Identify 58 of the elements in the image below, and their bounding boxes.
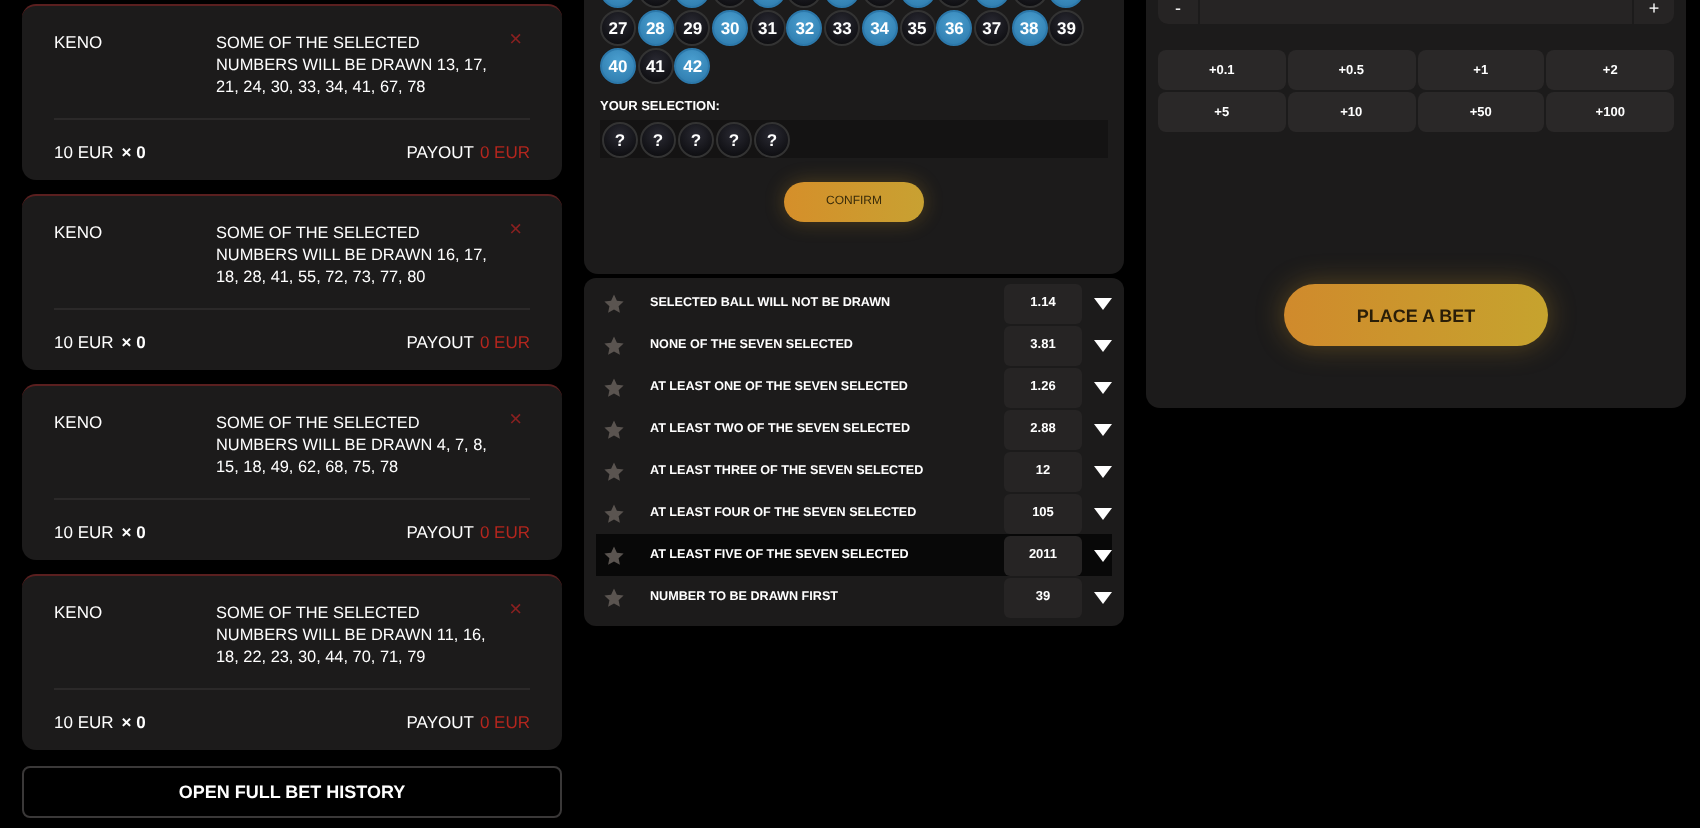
number-ball[interactable]: 27 — [600, 10, 636, 46]
game-name: KENO — [54, 32, 105, 52]
number-ball[interactable]: 41 — [637, 48, 674, 84]
caret-icon — [1094, 381, 1112, 393]
caret-icon — [1094, 339, 1112, 351]
number-ball[interactable]: 39 — [1048, 10, 1085, 46]
history-button[interactable]: OPEN FULL BET HISTORY — [22, 766, 562, 818]
number-ball[interactable]: 37 — [973, 10, 1010, 46]
star-icon[interactable] — [604, 587, 624, 607]
caret-icon — [1094, 549, 1112, 561]
selection-slot: ? — [716, 121, 752, 157]
stake-field[interactable]: - + — [1158, 0, 1674, 24]
stake-amount: 10 EUR — [54, 711, 114, 731]
star-icon[interactable] — [604, 461, 624, 481]
multiplier: × 0 — [121, 141, 146, 161]
star-icon[interactable] — [604, 377, 624, 397]
number-ball[interactable]: 35 — [899, 10, 935, 46]
game-name: KENO — [54, 222, 105, 242]
stake-amount: 10 EUR — [54, 521, 114, 541]
game-name: KENO — [54, 412, 105, 432]
star-icon[interactable] — [604, 293, 624, 313]
caret-icon — [1094, 297, 1112, 309]
number-ball[interactable]: 29 — [674, 10, 711, 46]
bet-description: SOME OF THE SELECTED NUMBERS WILL BE DRAWN 4, 7, 8, 15, 18, 49, 62, 68, 75, 78 — [216, 412, 489, 478]
star-icon[interactable] — [604, 503, 624, 523]
multiplier: × 0 — [121, 521, 146, 541]
stake-amount: 10 EUR — [54, 141, 114, 161]
payout-label: PAYOUT — [406, 521, 474, 541]
selection-slot: ? — [678, 121, 714, 157]
payout-value: 0 EUR — [479, 331, 530, 351]
caret-icon — [1094, 591, 1112, 603]
bet-description: SOME OF THE SELECTED NUMBERS WILL BE DRAWN 11, 16, 18, 22, 23, 30, 44, 70, 71, 79 — [216, 602, 488, 668]
place-bet-button[interactable]: PLACE A BET — [1284, 284, 1548, 346]
payout-label: PAYOUT — [406, 141, 474, 161]
selection-slot: ? — [602, 121, 638, 157]
multiplier: × 0 — [121, 711, 146, 731]
bet-description: SOME OF THE SELECTED NUMBERS WILL BE DRAWN 13, 17, 21, 24, 30, 33, 34, 41, 67, 78 — [216, 32, 489, 98]
game-name: KENO — [54, 602, 105, 622]
caret-icon — [1094, 423, 1112, 435]
selection-slot: ? — [640, 121, 676, 157]
multiplier: × 0 — [121, 331, 146, 351]
caret-icon — [1094, 507, 1112, 519]
selection-slot: ? — [754, 121, 790, 157]
caret-icon — [1094, 465, 1112, 477]
stake-amount: 10 EUR — [54, 331, 114, 351]
minus-button[interactable]: - — [1158, 0, 1198, 24]
star-icon[interactable] — [604, 419, 624, 439]
payout-label: PAYOUT — [406, 711, 474, 731]
payout-value: 0 EUR — [479, 521, 530, 541]
star-icon[interactable] — [604, 545, 624, 565]
star-icon[interactable] — [604, 335, 624, 355]
payout-value: 0 EUR — [479, 141, 530, 161]
number-ball[interactable]: 31 — [749, 10, 786, 46]
plus-button[interactable]: + — [1634, 0, 1674, 24]
bet-description: SOME OF THE SELECTED NUMBERS WILL BE DRAWN 16, 17, 18, 28, 41, 55, 72, 73, 77, 80 — [216, 222, 489, 288]
payout-label: PAYOUT — [406, 331, 474, 351]
number-ball[interactable]: 33 — [824, 10, 861, 46]
payout-value: 0 EUR — [479, 711, 530, 731]
